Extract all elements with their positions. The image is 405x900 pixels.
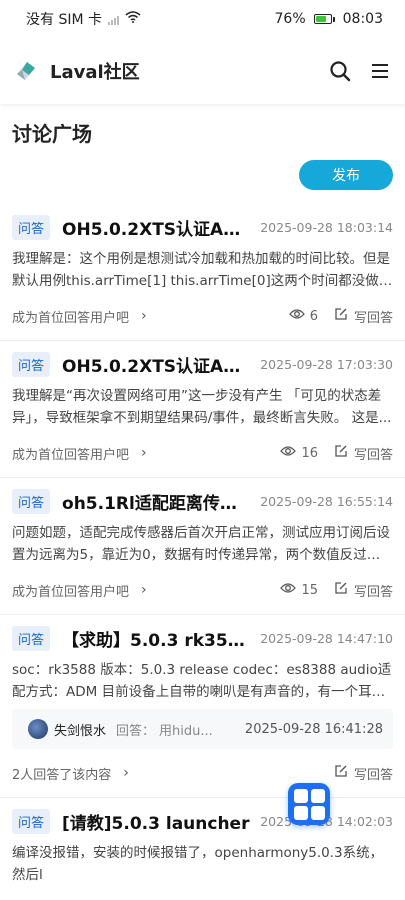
laval-logo-icon[interactable] [14, 59, 38, 83]
publish-button[interactable]: 发布 [299, 160, 393, 190]
battery-icon [313, 14, 335, 24]
be-first-answerer-link[interactable]: 成为首位回答用户吧 › [12, 307, 147, 326]
answer-label: 回答： [116, 723, 156, 739]
post-time: 2025-09-28 17:03:30 [260, 356, 393, 372]
page-title: 讨论广场 [12, 122, 92, 146]
carrier-label: 没有 SIM 卡 [26, 12, 102, 28]
post-excerpt[interactable]: 问题如题，适配完成传感器后首次开启正常，测试应用订阅后设置为远离为5，靠近为0，… [12, 522, 393, 566]
view-count: 6 [309, 308, 318, 324]
chevron-right-icon: › [141, 445, 147, 461]
write-answer-button[interactable]: 写回答 [334, 764, 393, 783]
post-time: 2025-09-28 14:47:10 [260, 630, 393, 646]
post-title[interactable]: oh5.1Rl适配距离传感... [62, 489, 250, 514]
write-answer-label: 写回答 [353, 310, 393, 326]
write-answer-label: 写回答 [353, 584, 393, 600]
edit-icon [334, 307, 348, 325]
eye-icon [288, 308, 305, 324]
be-first-answerer-link[interactable]: 成为首位回答用户吧 › [12, 581, 147, 600]
menu-icon[interactable] [369, 60, 391, 82]
write-answer-button[interactable]: 写回答 [334, 307, 393, 326]
views: 15 [280, 582, 318, 598]
wifi-icon [125, 11, 141, 27]
write-answer-button[interactable]: 写回答 [334, 444, 393, 463]
post-tag: 问答 [12, 351, 51, 377]
post-item[interactable]: 问答 oh5.1Rl适配距离传感... 2025-09-28 16:55:14 … [0, 478, 405, 615]
chevron-right-icon: › [123, 765, 129, 781]
clock: 08:03 [342, 11, 383, 27]
view-count: 15 [301, 582, 318, 598]
app-grid-floating-button[interactable] [288, 783, 330, 825]
top-answer-card[interactable]: 失剑恨水 回答： 用hidu... 2025-09-28 16:41:28 [12, 709, 393, 749]
post-time: 2025-09-28 16:55:14 [260, 493, 393, 509]
views: 16 [280, 445, 318, 461]
write-answer-label: 写回答 [353, 767, 393, 783]
footer-text: 成为首位回答用户吧 [12, 310, 130, 326]
answer-user[interactable]: 失剑恨水 [54, 720, 106, 739]
post-title[interactable]: OH5.0.2XTS认证ActsA... [62, 352, 250, 377]
answers-count-link[interactable]: 2人回答了该内容 › [12, 764, 129, 783]
view-count: 16 [301, 445, 318, 461]
battery-percent: 76% [274, 11, 306, 27]
post-title[interactable]: 【求助】5.0.3 rk3588 ... [62, 626, 250, 651]
footer-text: 成为首位回答用户吧 [12, 447, 130, 463]
post-list: 问答 OH5.0.2XTS认证ActsA... 2025-09-28 18:03… [0, 200, 405, 886]
post-excerpt[interactable]: 编译没报错，安装的时候报错了，openharmony5.0.3系统，然后l [12, 842, 393, 886]
footer-text: 2人回答了该内容 [12, 767, 112, 783]
eye-icon [280, 582, 297, 598]
avatar[interactable] [28, 719, 48, 739]
post-item[interactable]: 问答 OH5.0.2XTS认证ActsA... 2025-09-28 18:03… [0, 204, 405, 341]
edit-icon [334, 581, 348, 599]
be-first-answerer-link[interactable]: 成为首位回答用户吧 › [12, 444, 147, 463]
write-answer-button[interactable]: 写回答 [334, 581, 393, 600]
post-item[interactable]: 问答 [请教]5.0.3 launcher 2025-09-28 14:02:0… [0, 798, 405, 886]
write-answer-label: 写回答 [353, 447, 393, 463]
chevron-right-icon: › [141, 308, 147, 324]
edit-icon [334, 764, 348, 782]
post-tag: 问答 [12, 808, 51, 834]
post-title[interactable]: [请教]5.0.3 launcher [62, 809, 250, 834]
post-excerpt[interactable]: 我理解是“再次设置网络可用”这一步没有产生 「可见的状态差异」，导致框架拿不到期… [12, 385, 393, 429]
post-tag: 问答 [12, 214, 51, 240]
post-excerpt[interactable]: 我理解是：这个用例是想测试冷加载和热加载的时间比较。但是默认用例this.arr… [12, 248, 393, 292]
app-header: Laval社区 [0, 38, 405, 104]
footer-text: 成为首位回答用户吧 [12, 584, 130, 600]
status-bar: 没有 SIM 卡 76% 08:03 [0, 0, 405, 38]
edit-icon [334, 444, 348, 462]
post-item[interactable]: 问答 【求助】5.0.3 rk3588 ... 2025-09-28 14:47… [0, 615, 405, 798]
search-icon[interactable] [329, 60, 351, 82]
eye-icon [280, 445, 297, 461]
chevron-right-icon: › [141, 582, 147, 598]
post-tag: 问答 [12, 625, 51, 651]
post-tag: 问答 [12, 488, 51, 514]
views: 6 [288, 308, 318, 324]
post-excerpt[interactable]: soc：rk3588 版本：5.0.3 release codec：es8388… [12, 659, 393, 703]
app-title: Laval社区 [50, 62, 140, 83]
post-title[interactable]: OH5.0.2XTS认证ActsA... [62, 215, 250, 240]
signal-icon [108, 13, 119, 25]
post-item[interactable]: 问答 OH5.0.2XTS认证ActsA... 2025-09-28 17:03… [0, 341, 405, 478]
answer-time: 2025-09-28 16:41:28 [244, 721, 383, 737]
post-time: 2025-09-28 18:03:14 [260, 219, 393, 235]
answer-text: 用hidu... [159, 723, 213, 739]
